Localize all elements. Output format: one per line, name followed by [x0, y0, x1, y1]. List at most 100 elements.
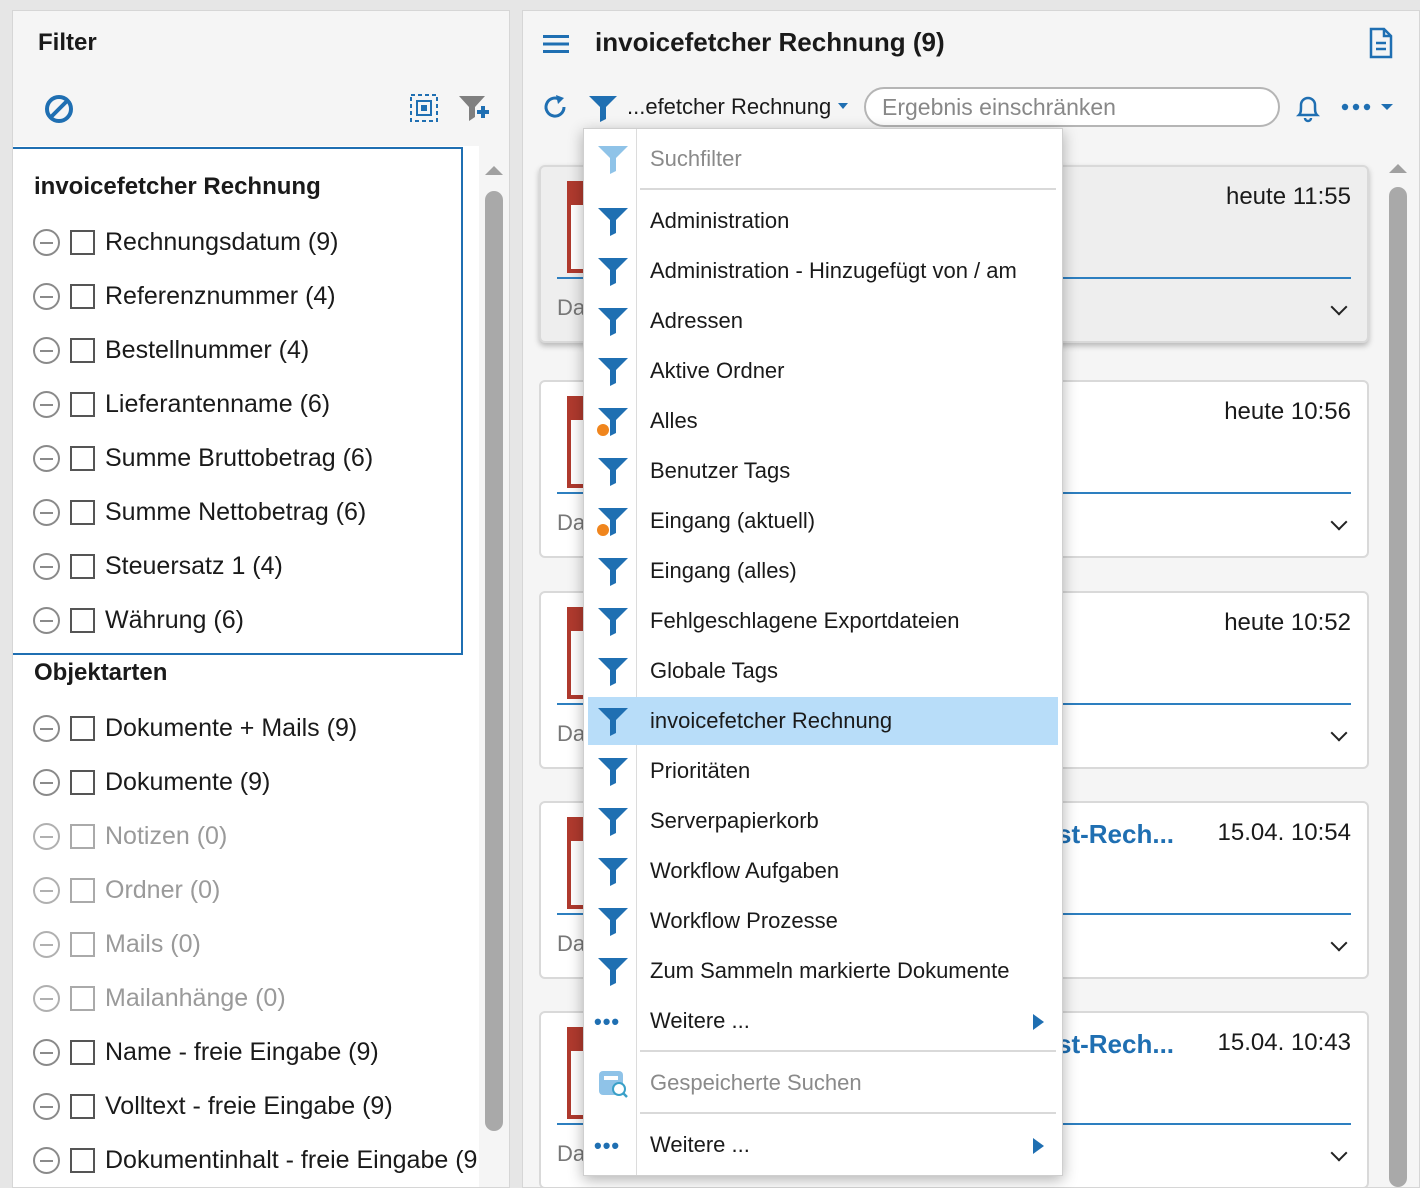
menu-item[interactable]: Globale Tags — [588, 647, 1058, 695]
bell-icon[interactable] — [1295, 93, 1321, 123]
card-time: heute 11:55 — [1225, 183, 1351, 210]
submenu-arrow-icon — [1033, 1138, 1044, 1154]
exclude-icon[interactable] — [33, 876, 60, 904]
expand-chevron-icon[interactable] — [1330, 513, 1348, 531]
filter-item-label: Mailanhänge (0) — [105, 983, 286, 1012]
saved-search-icon — [599, 1071, 628, 1098]
filter-icon — [598, 708, 628, 736]
menu-item-label: Serverpapierkorb — [650, 808, 819, 833]
filter-item[interactable]: Notizen (0) — [33, 816, 227, 856]
filter-icon — [598, 758, 628, 786]
expand-chevron-icon[interactable] — [1330, 298, 1348, 316]
menu-separator — [640, 188, 1056, 190]
filter-item[interactable]: Ordner (0) — [33, 870, 220, 910]
menu-item-label: Eingang (aktuell) — [650, 508, 816, 533]
menu-item-saved-more[interactable]: ••• Weitere ... — [588, 1121, 1058, 1169]
selected-filter-label[interactable]: ...efetcher Rechnung — [627, 94, 831, 120]
menu-item-more[interactable]: ••• Weitere ... — [588, 997, 1058, 1045]
search-input[interactable] — [864, 87, 1280, 127]
menu-item[interactable]: Serverpapierkorb — [588, 797, 1058, 845]
menu-item[interactable]: Administration - Hinzugefügt von / am — [588, 247, 1058, 295]
filter-checkbox[interactable] — [70, 877, 95, 903]
exclude-icon[interactable] — [33, 1146, 60, 1174]
menu-header-label: Gespeicherte Suchen — [650, 1070, 862, 1095]
filter-checkbox[interactable] — [70, 1147, 95, 1173]
status-dot-icon — [597, 524, 609, 536]
menu-item[interactable]: Fehlgeschlagene Exportdateien — [588, 597, 1058, 645]
document-icon[interactable] — [1368, 27, 1394, 59]
filter-checkbox[interactable] — [70, 1093, 95, 1119]
menu-separator — [640, 1050, 1056, 1052]
filter-item-label: Name - freie Eingabe (9) — [105, 1037, 379, 1066]
card-label: Da — [557, 931, 586, 956]
filter-checkbox[interactable] — [70, 823, 95, 849]
scroll-up-icon[interactable] — [485, 166, 503, 175]
exclude-icon[interactable] — [33, 1038, 60, 1066]
menu-item[interactable]: invoicefetcher Rechnung — [588, 697, 1058, 745]
chevron-down-icon[interactable] — [837, 102, 849, 110]
expand-chevron-icon[interactable] — [1330, 934, 1348, 952]
scroll-up-icon[interactable] — [1389, 164, 1407, 173]
add-filter-icon[interactable] — [457, 93, 491, 125]
menu-item[interactable]: Benutzer Tags — [588, 447, 1058, 495]
menu-item[interactable]: Workflow Aufgaben — [588, 847, 1058, 895]
exclude-icon[interactable] — [33, 822, 60, 850]
menu-item-label: Administration - Hinzugefügt von / am — [650, 258, 1017, 283]
results-scrollbar[interactable] — [1389, 159, 1407, 1187]
menu-item[interactable]: Aktive Ordner — [588, 347, 1058, 395]
clear-filter-icon[interactable] — [43, 93, 75, 125]
menu-item[interactable]: Eingang (alles) — [588, 547, 1058, 595]
filter-checkbox[interactable] — [70, 1039, 95, 1065]
exclude-icon[interactable] — [33, 930, 60, 958]
card-label: Da — [557, 721, 586, 746]
menu-item[interactable]: Eingang (aktuell) — [588, 497, 1058, 545]
menu-item[interactable]: Alles — [588, 397, 1058, 445]
filter-checkbox[interactable] — [70, 769, 95, 795]
scrollbar-thumb[interactable] — [1389, 187, 1407, 1187]
filter-item[interactable]: Name - freie Eingabe (9) — [33, 1032, 379, 1072]
menu-item[interactable]: Prioritäten — [588, 747, 1058, 795]
filter-item[interactable]: Dokumentinhalt - freie Eingabe (9 — [33, 1140, 477, 1180]
scrollbar-thumb[interactable] — [485, 191, 503, 1131]
card-time: 15.04. 10:54 — [1217, 819, 1351, 846]
filter-scrollbar[interactable] — [485, 161, 503, 1181]
hamburger-menu-icon[interactable] — [543, 33, 569, 55]
menu-item-label: Administration — [650, 208, 790, 233]
exclude-icon[interactable] — [33, 768, 60, 796]
filter-item[interactable]: Volltext - freie Eingabe (9) — [33, 1086, 393, 1126]
card-label: Da — [557, 295, 586, 320]
expand-chevron-icon[interactable] — [1330, 724, 1348, 742]
focused-group-outline — [13, 147, 463, 655]
menu-item[interactable]: Adressen — [588, 297, 1058, 345]
filter-item-label: Ordner (0) — [105, 875, 221, 904]
refresh-icon[interactable] — [541, 93, 569, 121]
expand-chevron-icon[interactable] — [1330, 1144, 1348, 1162]
menu-item[interactable]: Administration — [588, 197, 1058, 245]
filter-group-title: Objektarten — [34, 659, 168, 686]
submenu-arrow-icon — [1033, 1014, 1044, 1030]
filter-icon[interactable] — [587, 93, 619, 123]
exclude-icon[interactable] — [33, 984, 60, 1012]
exclude-icon[interactable] — [33, 714, 60, 742]
select-area-icon[interactable] — [409, 93, 439, 123]
menu-item-label: Workflow Prozesse — [650, 908, 838, 933]
filter-item[interactable]: Mailanhänge (0) — [33, 978, 286, 1018]
filter-checkbox[interactable] — [70, 985, 95, 1011]
filter-item-label: Dokumente (9) — [105, 767, 271, 796]
filter-item[interactable]: Dokumente (9) — [33, 762, 270, 802]
more-options-icon[interactable] — [1341, 101, 1399, 113]
menu-item[interactable]: Workflow Prozesse — [588, 897, 1058, 945]
filter-item-label: Notizen (0) — [105, 821, 228, 850]
filter-item[interactable]: Dokumente + Mails (9) — [33, 708, 357, 748]
card-title[interactable]: st-Rech... — [1057, 819, 1174, 850]
menu-item-label: Weitere ... — [650, 1008, 750, 1033]
filter-checkbox[interactable] — [70, 931, 95, 957]
exclude-icon[interactable] — [33, 1092, 60, 1120]
filter-icon — [598, 208, 628, 236]
filter-checkbox[interactable] — [70, 715, 95, 741]
filter-icon — [598, 258, 628, 286]
filter-item[interactable]: Mails (0) — [33, 924, 201, 964]
card-title[interactable]: st-Rech... — [1057, 1029, 1174, 1060]
menu-item[interactable]: Zum Sammeln markierte Dokumente — [588, 947, 1058, 995]
filter-icon — [598, 858, 628, 886]
